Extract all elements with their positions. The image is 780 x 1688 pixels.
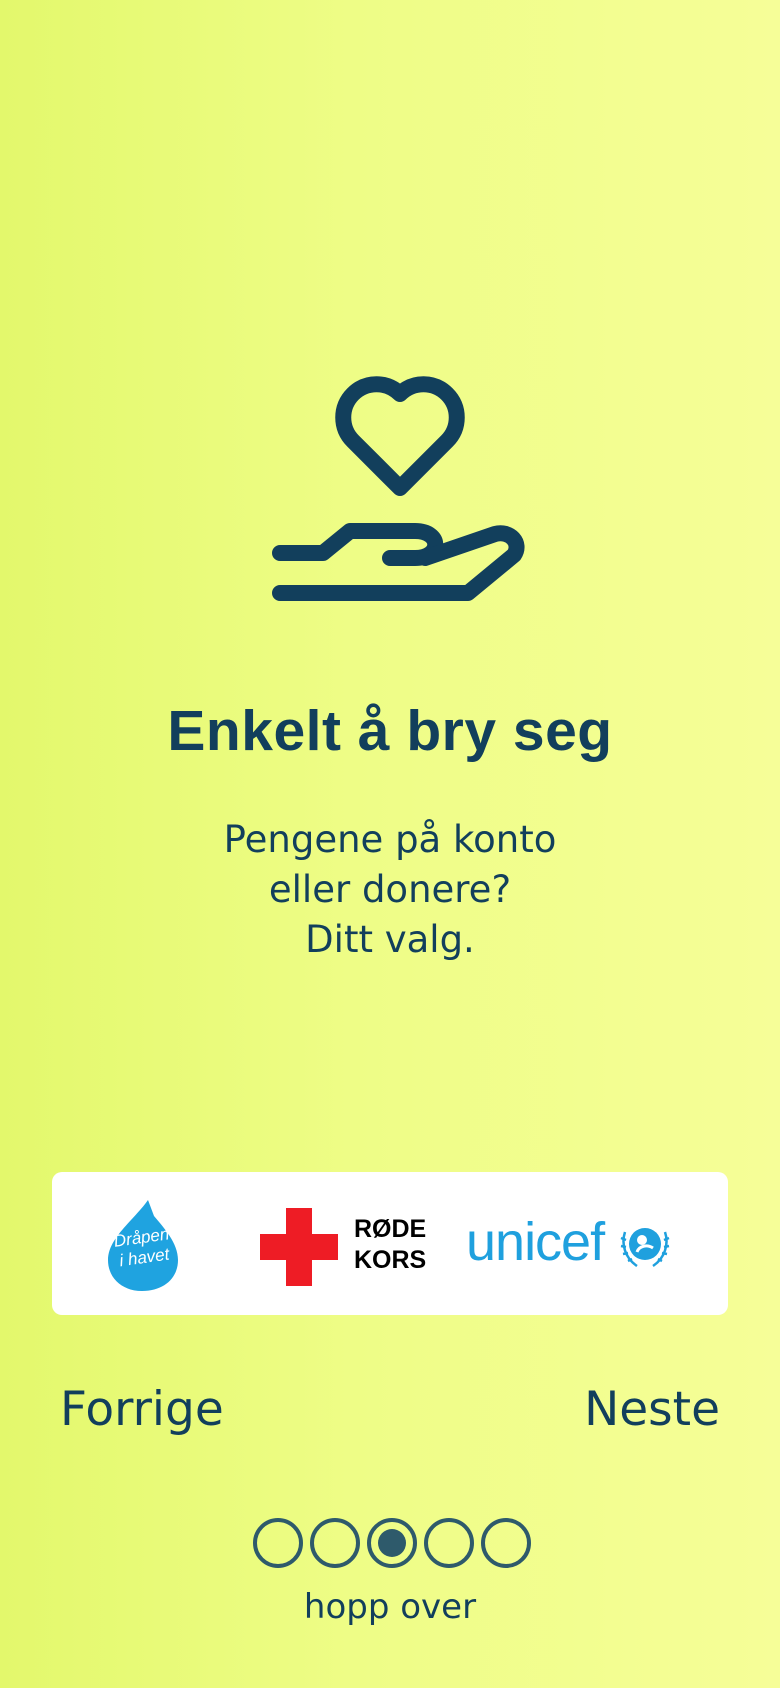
red-cross-icon — [260, 1208, 338, 1286]
active-dot-indicator — [378, 1529, 406, 1557]
skip-button[interactable]: hopp over — [0, 1584, 780, 1630]
page-dot-5[interactable] — [481, 1518, 531, 1568]
partner-logos-card: Dråpen i havet RØDE KORS unicef — [52, 1172, 728, 1315]
previous-button[interactable]: Forrige — [60, 1380, 224, 1440]
pagination-dots — [253, 1518, 531, 1568]
page-subtitle: Pengene på konto eller donere? Ditt valg… — [0, 815, 780, 965]
rode-kors-line-1: RØDE — [354, 1215, 427, 1243]
heart-in-hand-icon — [272, 376, 525, 601]
page-dot-2[interactable] — [310, 1518, 360, 1568]
rode-kors-logo-text: RØDE KORS — [354, 1214, 426, 1276]
subtitle-line-1: Pengene på konto — [223, 818, 557, 861]
page-dot-4[interactable] — [424, 1518, 474, 1568]
subtitle-line-3: Ditt valg. — [305, 918, 475, 961]
page-dot-3-active[interactable] — [367, 1518, 417, 1568]
subtitle-line-2: eller donere? — [268, 868, 512, 911]
unicef-emblem-icon — [620, 1228, 670, 1268]
next-button[interactable]: Neste — [584, 1380, 720, 1440]
unicef-logo-text: unicef — [466, 1212, 605, 1272]
page-title: Enkelt å bry seg — [167, 699, 613, 763]
rode-kors-line-2: KORS — [354, 1246, 427, 1274]
page-dot-1[interactable] — [253, 1518, 303, 1568]
drapen-i-havet-logo: Dråpen i havet — [104, 1198, 182, 1293]
